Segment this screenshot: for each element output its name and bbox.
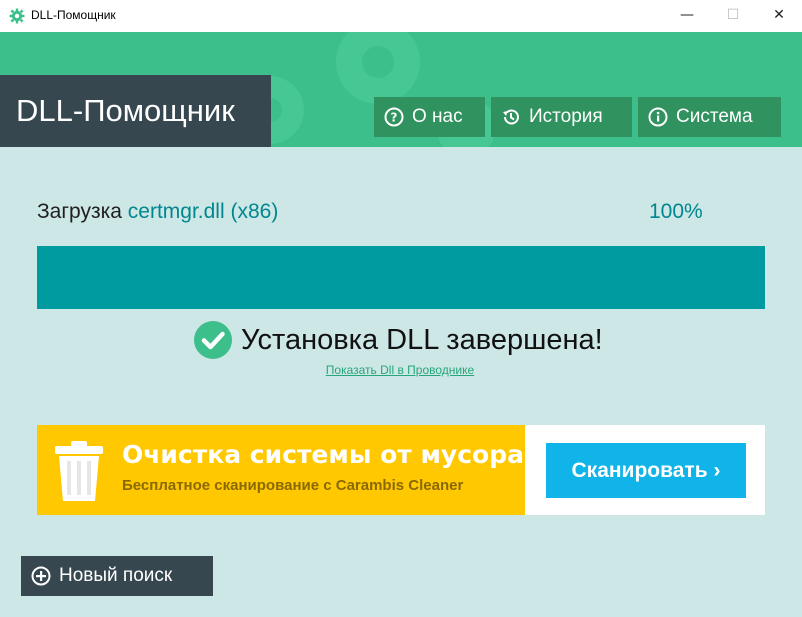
plus-circle-icon	[31, 566, 51, 586]
download-percent: 100%	[649, 200, 703, 223]
maximize-button[interactable]: ☐	[710, 0, 756, 32]
minimize-button[interactable]: —	[664, 0, 710, 32]
install-status: Установка DLL завершена!	[193, 320, 603, 360]
show-in-explorer-link[interactable]: Показать Dll в Проводнике	[0, 363, 802, 377]
history-icon	[503, 109, 519, 125]
ad-subtitle: Бесплатное сканирование с Carambis Clean…	[122, 477, 464, 494]
nav-about-label: О нас	[412, 106, 463, 127]
nav-system-button[interactable]: Система	[638, 97, 781, 137]
window-titlebar: DLL-Помощник — ☐ ✕	[0, 0, 802, 33]
svg-text:?: ?	[391, 111, 398, 125]
download-label: Загрузка certmgr.dll (x86)	[37, 200, 278, 224]
check-circle-icon	[194, 321, 232, 359]
gear-icon	[9, 8, 25, 24]
cleaner-ad-banner: Очистка системы от мусора Бесплатное ска…	[37, 425, 765, 515]
ad-title: Очистка системы от мусора	[122, 440, 524, 469]
trash-icon	[55, 441, 103, 501]
nav-system-label: Система	[676, 106, 753, 127]
question-icon: ?	[384, 107, 404, 127]
scan-button[interactable]: Сканировать ›	[546, 443, 746, 498]
app-header: DLL-Помощник ? О нас История Система	[0, 32, 802, 147]
progress-bar-fill	[37, 246, 765, 309]
download-prefix: Загрузка	[37, 200, 122, 223]
info-icon	[648, 107, 668, 127]
logo-box: DLL-Помощник	[0, 75, 271, 147]
app-logo-text: DLL-Помощник	[16, 93, 235, 128]
window-title: DLL-Помощник	[31, 8, 116, 22]
nav-history-label: История	[529, 106, 603, 127]
nav-about-button[interactable]: ? О нас	[374, 97, 485, 137]
ad-yellow-panel: Очистка системы от мусора Бесплатное ска…	[37, 425, 525, 515]
install-status-text: Установка DLL завершена!	[241, 323, 603, 356]
close-button[interactable]: ✕	[756, 0, 802, 32]
new-search-button[interactable]: Новый поиск	[21, 556, 213, 596]
progress-bar	[37, 246, 765, 309]
download-filename: certmgr.dll (x86)	[127, 200, 279, 223]
new-search-label: Новый поиск	[59, 565, 173, 586]
nav-history-button[interactable]: История	[491, 97, 632, 137]
